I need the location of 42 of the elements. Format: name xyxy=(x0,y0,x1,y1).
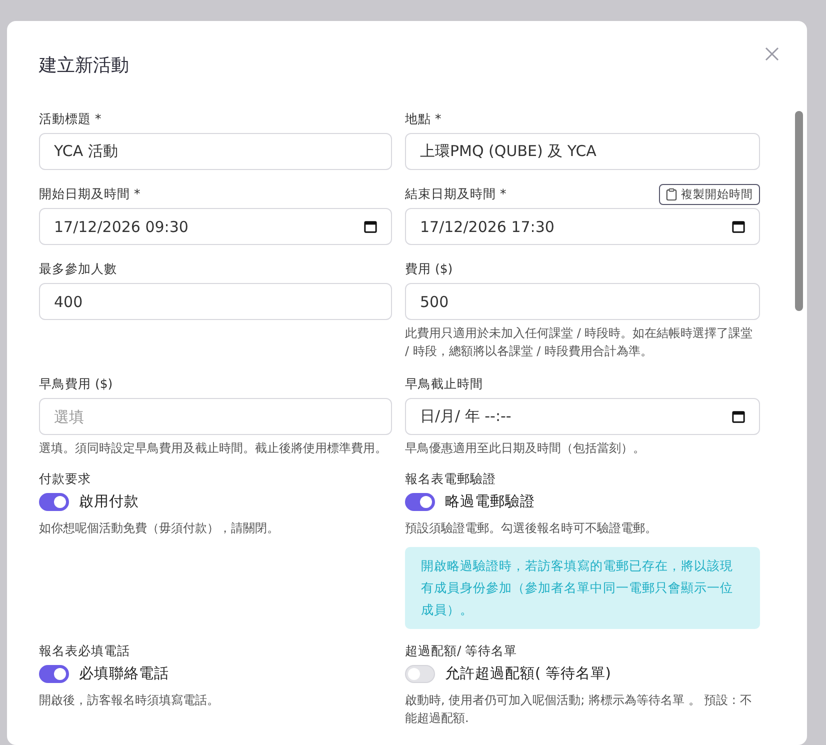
help-text: 此費用只適用於未加入任何課堂 / 時段時。如在結帳時選擇了課堂 / 時段，總額將以各課堂 / 時段費用合計為準。 xyxy=(405,325,754,360)
help-text: 開啟後，訪客報名時須填寫電話。 xyxy=(39,692,220,709)
help-text: 如你想呢個活動免費（毋須付款），請關閉。 xyxy=(39,520,280,537)
toggle-label: 必填聯絡電話 xyxy=(79,665,169,683)
field-label: 超過配額/ 等待名單 xyxy=(405,643,518,660)
date-time-field[interactable]: 17/12/2026 09:30 xyxy=(39,208,392,245)
toggle-switch[interactable] xyxy=(39,492,69,510)
close-icon[interactable] xyxy=(765,47,779,61)
input-field[interactable]: 上環PMQ (QUBE) 及 YCA xyxy=(405,133,760,170)
field-label: 早鳥費用 ($) xyxy=(39,376,113,392)
toggle-label: 啟用付款 xyxy=(79,493,139,511)
copy-button[interactable]: 複製開始時間 xyxy=(659,184,760,204)
toggle-label: 略過電郵驗證 xyxy=(445,493,535,511)
info-note: 開啟略過驗證時，若訪客填寫的電郵已存在，將以該現有成員身份參加（參加者名單中同一電郵只會顯示一位成員）。 xyxy=(405,547,760,629)
help-text: 預設須驗證電郵。勾選後報名時可不驗證電郵。 xyxy=(405,520,658,537)
toggle-label: 允許超過配額( 等待名單) xyxy=(445,665,611,683)
field-label: 報名表電郵驗證 xyxy=(405,471,497,488)
input-field[interactable]: 400 xyxy=(39,283,392,320)
input-field[interactable]: 500 xyxy=(405,283,760,320)
toggle-switch[interactable] xyxy=(39,664,69,682)
field-label: 付款要求 xyxy=(39,471,92,488)
calendar-icon[interactable] xyxy=(364,220,377,233)
field-label: 費用 ($) xyxy=(405,260,453,278)
field-label: 開始日期及時間 * xyxy=(39,186,140,202)
field-label: 報名表必填電話 xyxy=(39,643,131,660)
field-label: 活動標題 * xyxy=(39,110,102,128)
help-text: 啟動時, 使用者仍可加入呢個活動; 將標示為等待名單 。 預設 : 不能超過配額. xyxy=(405,692,753,727)
dialog-title: 建立新活動 xyxy=(39,54,129,77)
date-time-field[interactable]: 17/12/2026 17:30 xyxy=(405,208,760,245)
date-time-field[interactable]: 日/月/ 年 --:-- xyxy=(405,398,760,435)
help-text: 早鳥優惠適用至此日期及時間（包括當刻）。 xyxy=(405,440,646,457)
calendar-icon[interactable] xyxy=(732,410,745,423)
input-field[interactable]: YCA 活動 xyxy=(39,133,392,170)
clipboard-icon xyxy=(666,188,677,200)
input-field[interactable]: 選填 xyxy=(39,398,392,435)
toggle-switch[interactable] xyxy=(405,492,435,510)
field-label: 最多參加人數 xyxy=(39,260,117,278)
calendar-icon[interactable] xyxy=(732,220,745,233)
field-label: 地點 * xyxy=(405,110,442,128)
field-label: 早鳥截止時間 xyxy=(405,376,483,392)
help-text: 選填。須同時設定早鳥費用及截止時間。截止後將使用標準費用。 xyxy=(39,440,388,457)
field-label: 結束日期及時間 * xyxy=(405,186,506,202)
